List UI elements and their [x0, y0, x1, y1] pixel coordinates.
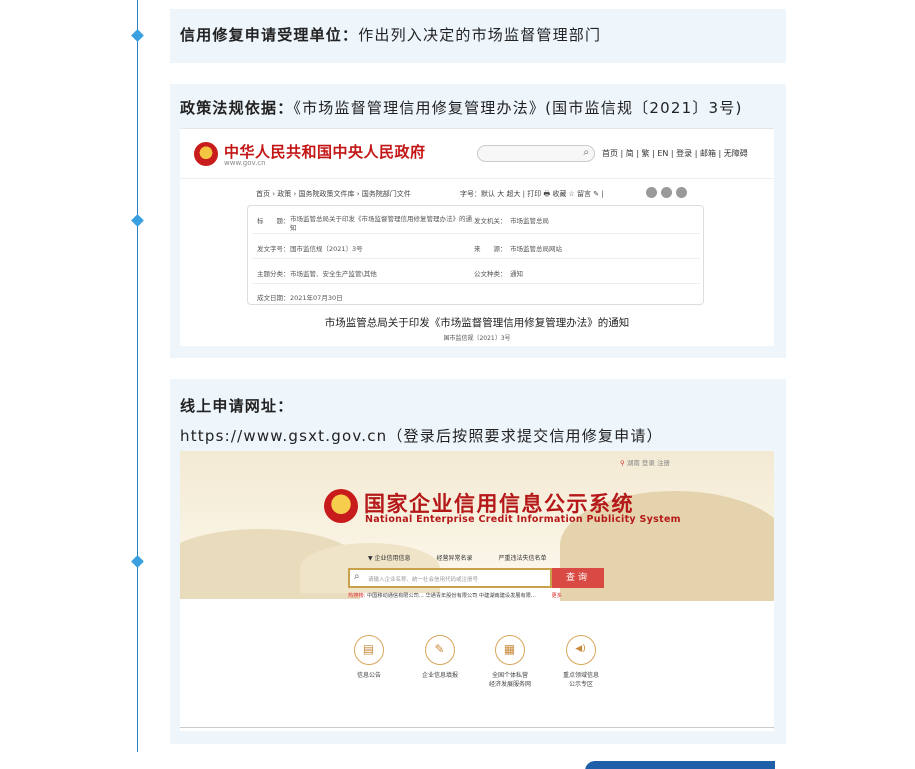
- document-info-table: 标 题： 市场监管总局关于印发《市场监督管理信用修复管理办法》的通 知 发文机关…: [247, 205, 704, 305]
- info-value: 市场监管总局: [510, 217, 549, 225]
- national-emblem-icon: [324, 489, 358, 523]
- gov-search-input[interactable]: ⌕: [477, 145, 595, 162]
- policy-basis-text: 政策法规依据：《市场监督管理信用修复管理办法》(国市监信规〔2021〕3号): [180, 93, 743, 123]
- share-icons[interactable]: [646, 187, 687, 198]
- gov-header: 中华人民共和国中央人民政府 www.gov.cn ⌕ 首页 | 简 | 繁 | …: [180, 129, 774, 179]
- tab-enterprise-credit[interactable]: ▼ 企业信用信息: [368, 555, 411, 562]
- megaphone-glyph: ◀): [575, 644, 586, 654]
- font-size-tools[interactable]: 字号：默认 大 超大 | 打印 🖶 收藏 ☆ 留言 ✎ |: [460, 189, 604, 201]
- gsxt-subtitle: National Enterprise Credit Information P…: [365, 514, 681, 525]
- bottom-decoration: [585, 761, 775, 769]
- wechat-icon[interactable]: [661, 187, 672, 198]
- acceptance-unit-text: 信用修复申请受理单位：作出列入决定的市场监督管理部门: [180, 20, 601, 50]
- notice-icon[interactable]: ▤: [354, 635, 384, 665]
- info-key: 公文种类：: [474, 270, 507, 278]
- card-online-application: 线上申请网址： https://www.gsxt.gov.cn（登录后按照要求提…: [170, 379, 786, 744]
- megaphone-icon[interactable]: ◀): [566, 635, 596, 665]
- notice-glyph: ▤: [362, 642, 375, 656]
- gov-screenshot: 中华人民共和国中央人民政府 www.gov.cn ⌕ 首页 | 简 | 繁 | …: [180, 128, 774, 346]
- online-application-label: 线上申请网址：: [180, 397, 294, 415]
- info-key: 标 题：: [257, 217, 290, 225]
- card-policy-basis: 政策法规依据：《市场监督管理信用修复管理办法》(国市监信规〔2021〕3号) 中…: [170, 84, 786, 358]
- hot-search-label: 热搜榜:: [348, 593, 366, 599]
- card-acceptance-unit: 信用修复申请受理单位：作出列入决定的市场监督管理部门: [170, 9, 786, 63]
- timeline-line: [137, 0, 138, 752]
- info-value: 2021年07月30日: [290, 294, 343, 302]
- timeline-node: [131, 29, 144, 42]
- divider: [180, 727, 774, 728]
- tab-abnormal-list[interactable]: 经营异常名录: [437, 555, 473, 562]
- info-key: 主题分类：: [257, 270, 290, 278]
- search-placeholder: 请输入企业名称、统一社会信用代码或注册号: [368, 577, 479, 583]
- info-key: 成文日期：: [257, 294, 290, 302]
- page: 信用修复申请受理单位：作出列入决定的市场监督管理部门 政策法规依据：《市场监督管…: [0, 0, 915, 769]
- online-application-url[interactable]: https://www.gsxt.gov.cn（登录后按照要求提交信用修复申请）: [180, 427, 663, 445]
- timeline-node: [131, 555, 144, 568]
- divider: [252, 258, 700, 259]
- weibo-icon[interactable]: [646, 187, 657, 198]
- individual-glyph: ▦: [503, 642, 516, 656]
- info-value: 市场监管、安全生产监管\其他: [290, 270, 377, 278]
- location-pin-icon: ⚲: [620, 459, 627, 467]
- national-emblem-icon: [194, 142, 218, 166]
- report-icon[interactable]: ✎: [425, 635, 455, 665]
- document-number: 国市监信规〔2021〕3号: [443, 335, 511, 342]
- search-icon[interactable]: ⌕: [583, 147, 589, 158]
- gov-site-domain: www.gov.cn: [224, 159, 266, 167]
- breadcrumb[interactable]: 首页 › 政策 › 国务院政策文件库 › 国务院部门文件: [256, 189, 411, 199]
- qzone-icon[interactable]: [676, 187, 687, 198]
- gsxt-screenshot: ⚲ 湖南 登录 注册 国家企业信用信息公示系统 National Enterpr…: [180, 451, 774, 731]
- location-login-bar[interactable]: ⚲ 湖南 登录 注册: [620, 457, 670, 467]
- tool-label-key-areas[interactable]: 重点领域信息 公示专区: [541, 671, 621, 689]
- hot-search-bar[interactable]: 热搜榜: 中国移动通信有限公司... 华通青年股份有限公司 中建湖南建设发展有限…: [348, 592, 562, 599]
- tool-label-notice[interactable]: 信息公告: [329, 671, 409, 680]
- info-key: 发文字号：: [257, 245, 290, 253]
- info-value: 知: [290, 224, 297, 232]
- timeline-node: [131, 214, 144, 227]
- online-application-text: 线上申请网址： https://www.gsxt.gov.cn（登录后按照要求提…: [180, 391, 780, 451]
- hot-search-items[interactable]: 中国移动通信有限公司... 华通青年股份有限公司 中建湖南建设发展有限...: [367, 593, 536, 599]
- info-value: 通知: [510, 270, 523, 278]
- gsxt-search-tabs[interactable]: ▼ 企业信用信息 经营异常名录 严重违法失信名单: [368, 553, 573, 562]
- search-button[interactable]: 查询: [552, 568, 604, 588]
- individual-icon[interactable]: ▦: [495, 635, 525, 665]
- location-login-text[interactable]: 湖南 登录 注册: [627, 459, 670, 467]
- acceptance-unit-label: 信用修复申请受理单位：: [180, 26, 359, 44]
- gov-top-nav[interactable]: 首页 | 简 | 繁 | EN | 登录 | 邮箱 | 无障碍: [602, 148, 748, 159]
- gsxt-search-input[interactable]: ⌕ 请输入企业名称、统一社会信用代码或注册号: [348, 568, 552, 588]
- info-key: 发文机关：: [474, 217, 507, 225]
- tool-label-individual[interactable]: 全国个体私营 经济发展服务网: [470, 671, 550, 689]
- acceptance-unit-value: 作出列入决定的市场监督管理部门: [358, 26, 602, 44]
- divider: [252, 283, 700, 284]
- hot-search-more[interactable]: 更多: [551, 593, 561, 599]
- tab-serious-violation[interactable]: 严重违法失信名单: [499, 555, 547, 562]
- tool-label-report[interactable]: 企业信息填报: [400, 671, 480, 680]
- divider: [252, 233, 700, 234]
- policy-basis-value: 《市场监督管理信用修复管理办法》(国市监信规〔2021〕3号): [293, 99, 743, 117]
- info-key: 来 源：: [474, 245, 507, 253]
- policy-basis-label: 政策法规依据：: [180, 99, 294, 117]
- search-icon: ⌕: [354, 571, 360, 582]
- report-glyph: ✎: [434, 642, 445, 656]
- info-value: 市场监管总局关于印发《市场监督管理信用修复管理办法》的通: [290, 215, 472, 223]
- document-title: 市场监管总局关于印发《市场监督管理信用修复管理办法》的通知: [324, 317, 630, 329]
- info-value: 市场监管总局网站: [510, 245, 562, 253]
- info-value: 国市监信规〔2021〕3号: [290, 245, 363, 253]
